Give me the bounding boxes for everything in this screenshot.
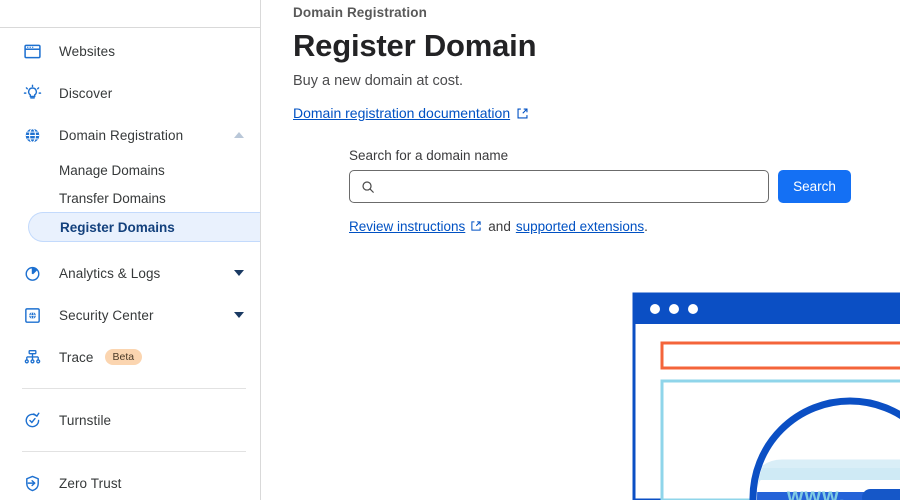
sidebar-divider bbox=[22, 388, 246, 389]
search-icon bbox=[361, 180, 375, 194]
sidebar-item-label: Discover bbox=[59, 85, 113, 101]
sidebar-item-security-center[interactable]: Security Center bbox=[0, 294, 260, 336]
sidebar-item-trace[interactable]: Trace Beta bbox=[0, 336, 260, 378]
browser-window-icon bbox=[22, 41, 42, 61]
security-shield-icon bbox=[22, 305, 42, 325]
zero-trust-shield-icon bbox=[22, 473, 42, 493]
search-row: Search bbox=[349, 170, 900, 203]
search-field-label: Search for a domain name bbox=[349, 148, 509, 163]
svg-text:www.: www. bbox=[786, 485, 846, 500]
sidebar-subitem-label: Register Domains bbox=[60, 219, 175, 235]
sidebar-item-label: Domain Registration bbox=[59, 127, 184, 143]
sidebar-divider bbox=[22, 451, 246, 452]
sidebar-item-domain-registration[interactable]: Domain Registration bbox=[0, 114, 260, 156]
helper-conjunction: and bbox=[488, 219, 511, 234]
sidebar-item-label: Turnstile bbox=[59, 412, 112, 428]
sidebar-subitem-label: Manage Domains bbox=[59, 162, 165, 178]
search-helper-row: Review instructions and supported extens… bbox=[349, 219, 900, 234]
review-instructions-link[interactable]: Review instructions bbox=[349, 219, 483, 234]
supported-extensions-link[interactable]: supported extensions bbox=[516, 219, 644, 234]
search-input-wrapper[interactable] bbox=[349, 170, 769, 203]
page-subtitle: Buy a new domain at cost. bbox=[293, 73, 464, 89]
external-link-icon bbox=[516, 107, 529, 120]
sidebar-item-discover[interactable]: Discover bbox=[0, 72, 260, 114]
helper-period: . bbox=[644, 219, 648, 234]
search-button[interactable]: Search bbox=[778, 170, 851, 203]
pie-chart-icon bbox=[22, 263, 42, 283]
main-content: Domain Registration Register Domain Buy … bbox=[261, 0, 900, 500]
turnstile-check-icon bbox=[22, 410, 42, 430]
sidebar-subitem-register-domains[interactable]: Register Domains bbox=[28, 212, 260, 242]
chevron-up-icon[interactable] bbox=[234, 132, 244, 138]
trace-network-icon bbox=[22, 347, 42, 367]
sidebar-nav-list: Websites Discover Domain Registration Ma… bbox=[0, 0, 260, 500]
documentation-link-label: Domain registration documentation bbox=[293, 105, 511, 121]
sidebar-item-label: Security Center bbox=[59, 307, 154, 323]
chevron-down-icon[interactable] bbox=[234, 312, 244, 318]
sidebar-item-zero-trust[interactable]: Zero Trust bbox=[0, 462, 260, 500]
chevron-down-icon[interactable] bbox=[234, 270, 244, 276]
sidebar-item-label: Websites bbox=[59, 43, 116, 59]
status-badge: Beta bbox=[104, 348, 143, 366]
sidebar-item-label: Analytics & Logs bbox=[59, 265, 161, 281]
sidebar-top-divider bbox=[0, 27, 260, 28]
search-input[interactable] bbox=[350, 171, 768, 202]
sidebar-item-label: Zero Trust bbox=[59, 475, 122, 491]
domain-search-browser-illustration: www. bbox=[624, 286, 900, 500]
sidebar-item-websites[interactable]: Websites bbox=[0, 30, 260, 72]
breadcrumb: Domain Registration bbox=[293, 5, 427, 20]
sidebar-subitem-label: Transfer Domains bbox=[59, 190, 166, 206]
sidebar-subitem-manage-domains[interactable]: Manage Domains bbox=[0, 156, 260, 184]
sidebar-item-turnstile[interactable]: Turnstile bbox=[0, 399, 260, 441]
sidebar: Websites Discover Domain Registration Ma… bbox=[0, 0, 261, 500]
sidebar-item-analytics-logs[interactable]: Analytics & Logs bbox=[0, 252, 260, 294]
page-root: Websites Discover Domain Registration Ma… bbox=[0, 0, 900, 500]
sidebar-subitem-transfer-domains[interactable]: Transfer Domains bbox=[0, 184, 260, 212]
sidebar-item-label: Trace bbox=[59, 349, 94, 365]
external-link-icon bbox=[470, 220, 483, 233]
documentation-link[interactable]: Domain registration documentation bbox=[293, 105, 529, 121]
lightbulb-icon bbox=[22, 83, 42, 103]
globe-icon bbox=[22, 125, 42, 145]
domain-search-block: Search for a domain name Search Review i… bbox=[349, 148, 900, 234]
supported-extensions-label: supported extensions bbox=[515, 219, 645, 234]
page-title: Register Domain bbox=[293, 28, 537, 63]
review-instructions-label: Review instructions bbox=[349, 219, 466, 234]
